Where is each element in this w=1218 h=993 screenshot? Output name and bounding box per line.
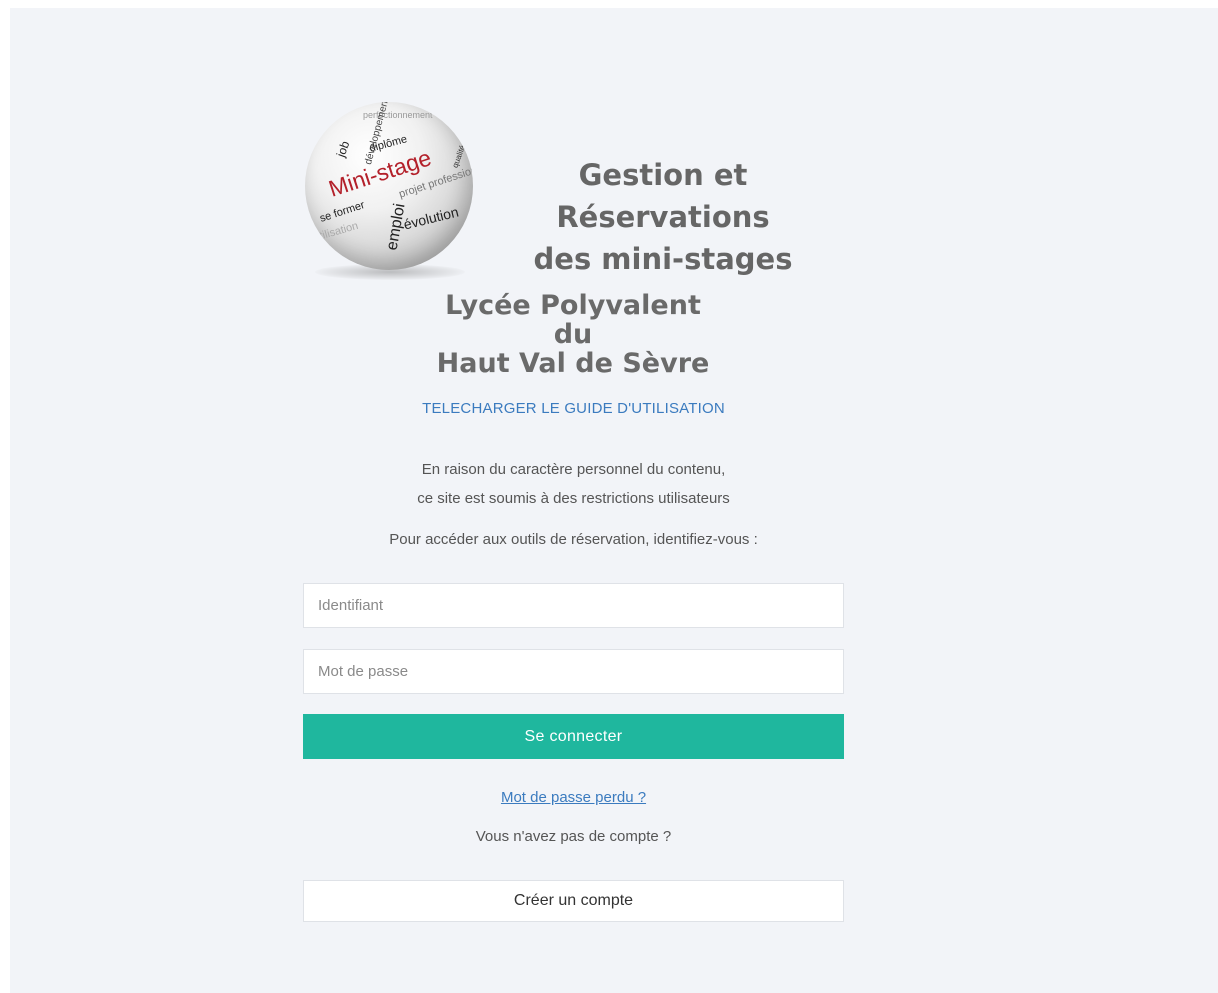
lost-password-link[interactable]: Mot de passe perdu ?: [303, 789, 844, 806]
logo-word: job: [333, 139, 353, 159]
create-account-button[interactable]: Créer un compte: [303, 880, 844, 922]
no-account-text: Vous n'avez pas de compte ?: [475, 828, 672, 845]
notice-line2: ce site est soumis à des restrictions ut…: [417, 490, 730, 507]
school-name-line2: du: [553, 319, 593, 350]
mini-stage-logo: perfectionnement job diplôme développeme…: [305, 102, 473, 270]
logo-word: se former: [318, 199, 367, 225]
app-title-line1: Gestion et Réservations: [556, 158, 770, 234]
app-title: Gestion et Réservations des mini-stages: [483, 154, 843, 280]
login-button[interactable]: Se connecter: [303, 714, 844, 759]
app-title-line2: des mini-stages: [533, 242, 793, 276]
download-guide-link[interactable]: TELECHARGER LE GUIDE D'UTILISATION: [303, 400, 844, 417]
logo-word: perfectionnement: [363, 110, 433, 120]
logo-word: qualité: [450, 143, 468, 170]
school-name-line3: Haut Val de Sèvre: [436, 348, 710, 379]
restriction-notice: En raison du caractère personnel du cont…: [303, 455, 844, 513]
header: perfectionnement job diplôme développeme…: [305, 98, 865, 288]
notice-line1: En raison du caractère personnel du cont…: [421, 461, 726, 478]
school-name: Lycée Polyvalent du Haut Val de Sèvre: [373, 291, 773, 378]
username-input[interactable]: [303, 583, 844, 628]
logo-word: utilisation: [312, 219, 360, 245]
logo-word: évolution: [401, 203, 461, 233]
password-input[interactable]: [303, 649, 844, 694]
school-name-line1: Lycée Polyvalent: [445, 290, 701, 321]
login-instruction: Pour accéder aux outils de réservation, …: [389, 531, 758, 548]
